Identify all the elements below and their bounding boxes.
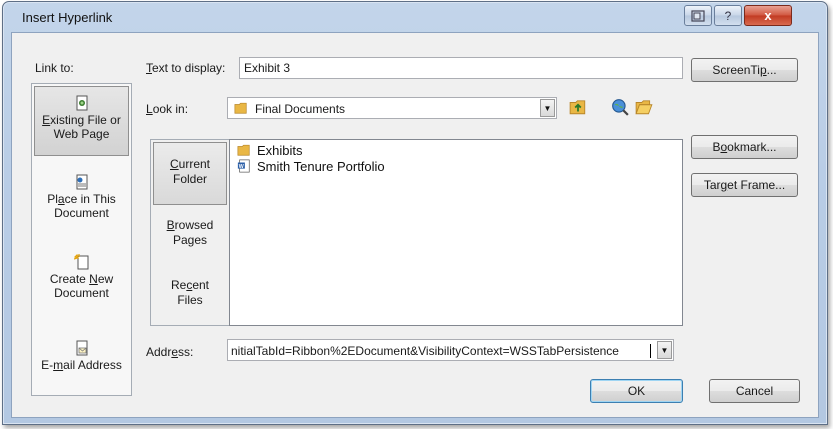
cancel-button[interactable]: Cancel — [709, 379, 800, 403]
list-item[interactable]: W Smith Tenure Portfolio — [237, 158, 385, 174]
place-in-document-icon — [76, 174, 87, 190]
browse-web-button[interactable] — [609, 96, 631, 118]
chevron-down-icon[interactable]: ▼ — [540, 99, 555, 117]
close-icon: x — [764, 8, 772, 23]
address-label: Address: — [146, 345, 194, 359]
link-to-bar: Existing File or Web Page Place in This … — [31, 83, 132, 396]
link-create-new-document[interactable]: Create New Document — [34, 248, 129, 312]
existing-file-label-line2: Web Page — [53, 127, 110, 141]
up-one-folder-button[interactable] — [567, 96, 589, 118]
tab-recent-files[interactable]: Recent Files — [153, 272, 227, 322]
globe-search-icon — [612, 99, 629, 116]
restore-icon — [691, 9, 705, 22]
text-to-display-input[interactable]: Exhibit 3 — [239, 57, 683, 79]
email-label: E-mail Address — [41, 358, 122, 372]
browsed-pages-line1: Browsed — [166, 218, 214, 232]
restore-button[interactable] — [684, 5, 712, 26]
file-name: Exhibits — [257, 142, 303, 158]
link-existing-file[interactable]: Existing File or Web Page — [34, 86, 129, 156]
up-folder-icon — [569, 100, 586, 115]
tab-browsed-pages[interactable]: Browsed Pages — [153, 212, 227, 262]
link-place-in-document[interactable]: Place in This Document — [34, 168, 129, 232]
title-bar[interactable]: Insert Hyperlink ? x — [3, 2, 827, 32]
current-folder-line2: Folder — [172, 172, 207, 186]
chevron-down-icon[interactable]: ▼ — [657, 341, 672, 359]
word-document-icon: W — [237, 159, 250, 173]
link-to-label: Link to: — [35, 61, 74, 75]
look-in-label: Look in: — [146, 102, 189, 116]
new-doc-label-line2: Document — [54, 286, 109, 300]
existing-file-label-line1: Existing File or — [42, 113, 121, 127]
look-in-select[interactable]: Final Documents ▼ — [227, 97, 557, 119]
existing-file-icon — [76, 95, 87, 111]
dialog-body: Link to: Existing File or Web Page Place… — [11, 32, 819, 418]
help-button[interactable]: ? — [714, 5, 742, 26]
address-input[interactable]: nitialTabId=Ribbon%2EDocument&Visibility… — [227, 339, 674, 361]
address-value: nitialTabId=Ribbon%2EDocument&Visibility… — [231, 344, 651, 358]
new-doc-label-line1: Create New — [49, 272, 114, 286]
browse-file-button[interactable] — [633, 96, 655, 118]
text-to-display-label: Text to display: — [146, 61, 226, 75]
bookmark-button[interactable]: Bo okmark... — [691, 135, 798, 159]
recent-files-line1: Recent — [170, 278, 210, 292]
insert-hyperlink-dialog: Insert Hyperlink ? x Link to: Existing F… — [2, 1, 828, 425]
look-in-value: Final Documents — [255, 102, 346, 116]
open-folder-icon — [635, 100, 653, 115]
tab-current-folder[interactable]: Current Folder — [153, 142, 227, 205]
folder-icon — [234, 102, 247, 114]
browse-sidebar: Current Folder Browsed Pages Recent File… — [150, 139, 230, 326]
new-document-icon — [73, 254, 88, 270]
screentip-button[interactable]: ScreenTi p... — [691, 58, 798, 82]
close-button[interactable]: x — [744, 5, 792, 26]
file-list[interactable]: Exhibits W Smith Tenure Portfolio — [229, 139, 683, 326]
email-icon — [76, 340, 87, 356]
target-frame-button[interactable]: Tar g et Frame... — [691, 173, 798, 197]
list-item[interactable]: Exhibits — [237, 142, 303, 158]
help-icon: ? — [724, 8, 732, 23]
current-folder-line1: Current — [169, 157, 211, 171]
svg-text:W: W — [239, 164, 244, 170]
recent-files-line2: Files — [177, 293, 203, 307]
ok-button[interactable]: OK — [590, 379, 683, 403]
dialog-title: Insert Hyperlink — [22, 10, 113, 25]
place-label-line2: Document — [54, 206, 109, 220]
browsed-pages-line2: Pages — [172, 233, 208, 247]
place-label-line1: Place in This — [47, 192, 116, 206]
link-email-address[interactable]: E-mail Address — [34, 334, 129, 384]
file-name: Smith Tenure Portfolio — [257, 158, 385, 174]
folder-icon — [237, 144, 250, 156]
